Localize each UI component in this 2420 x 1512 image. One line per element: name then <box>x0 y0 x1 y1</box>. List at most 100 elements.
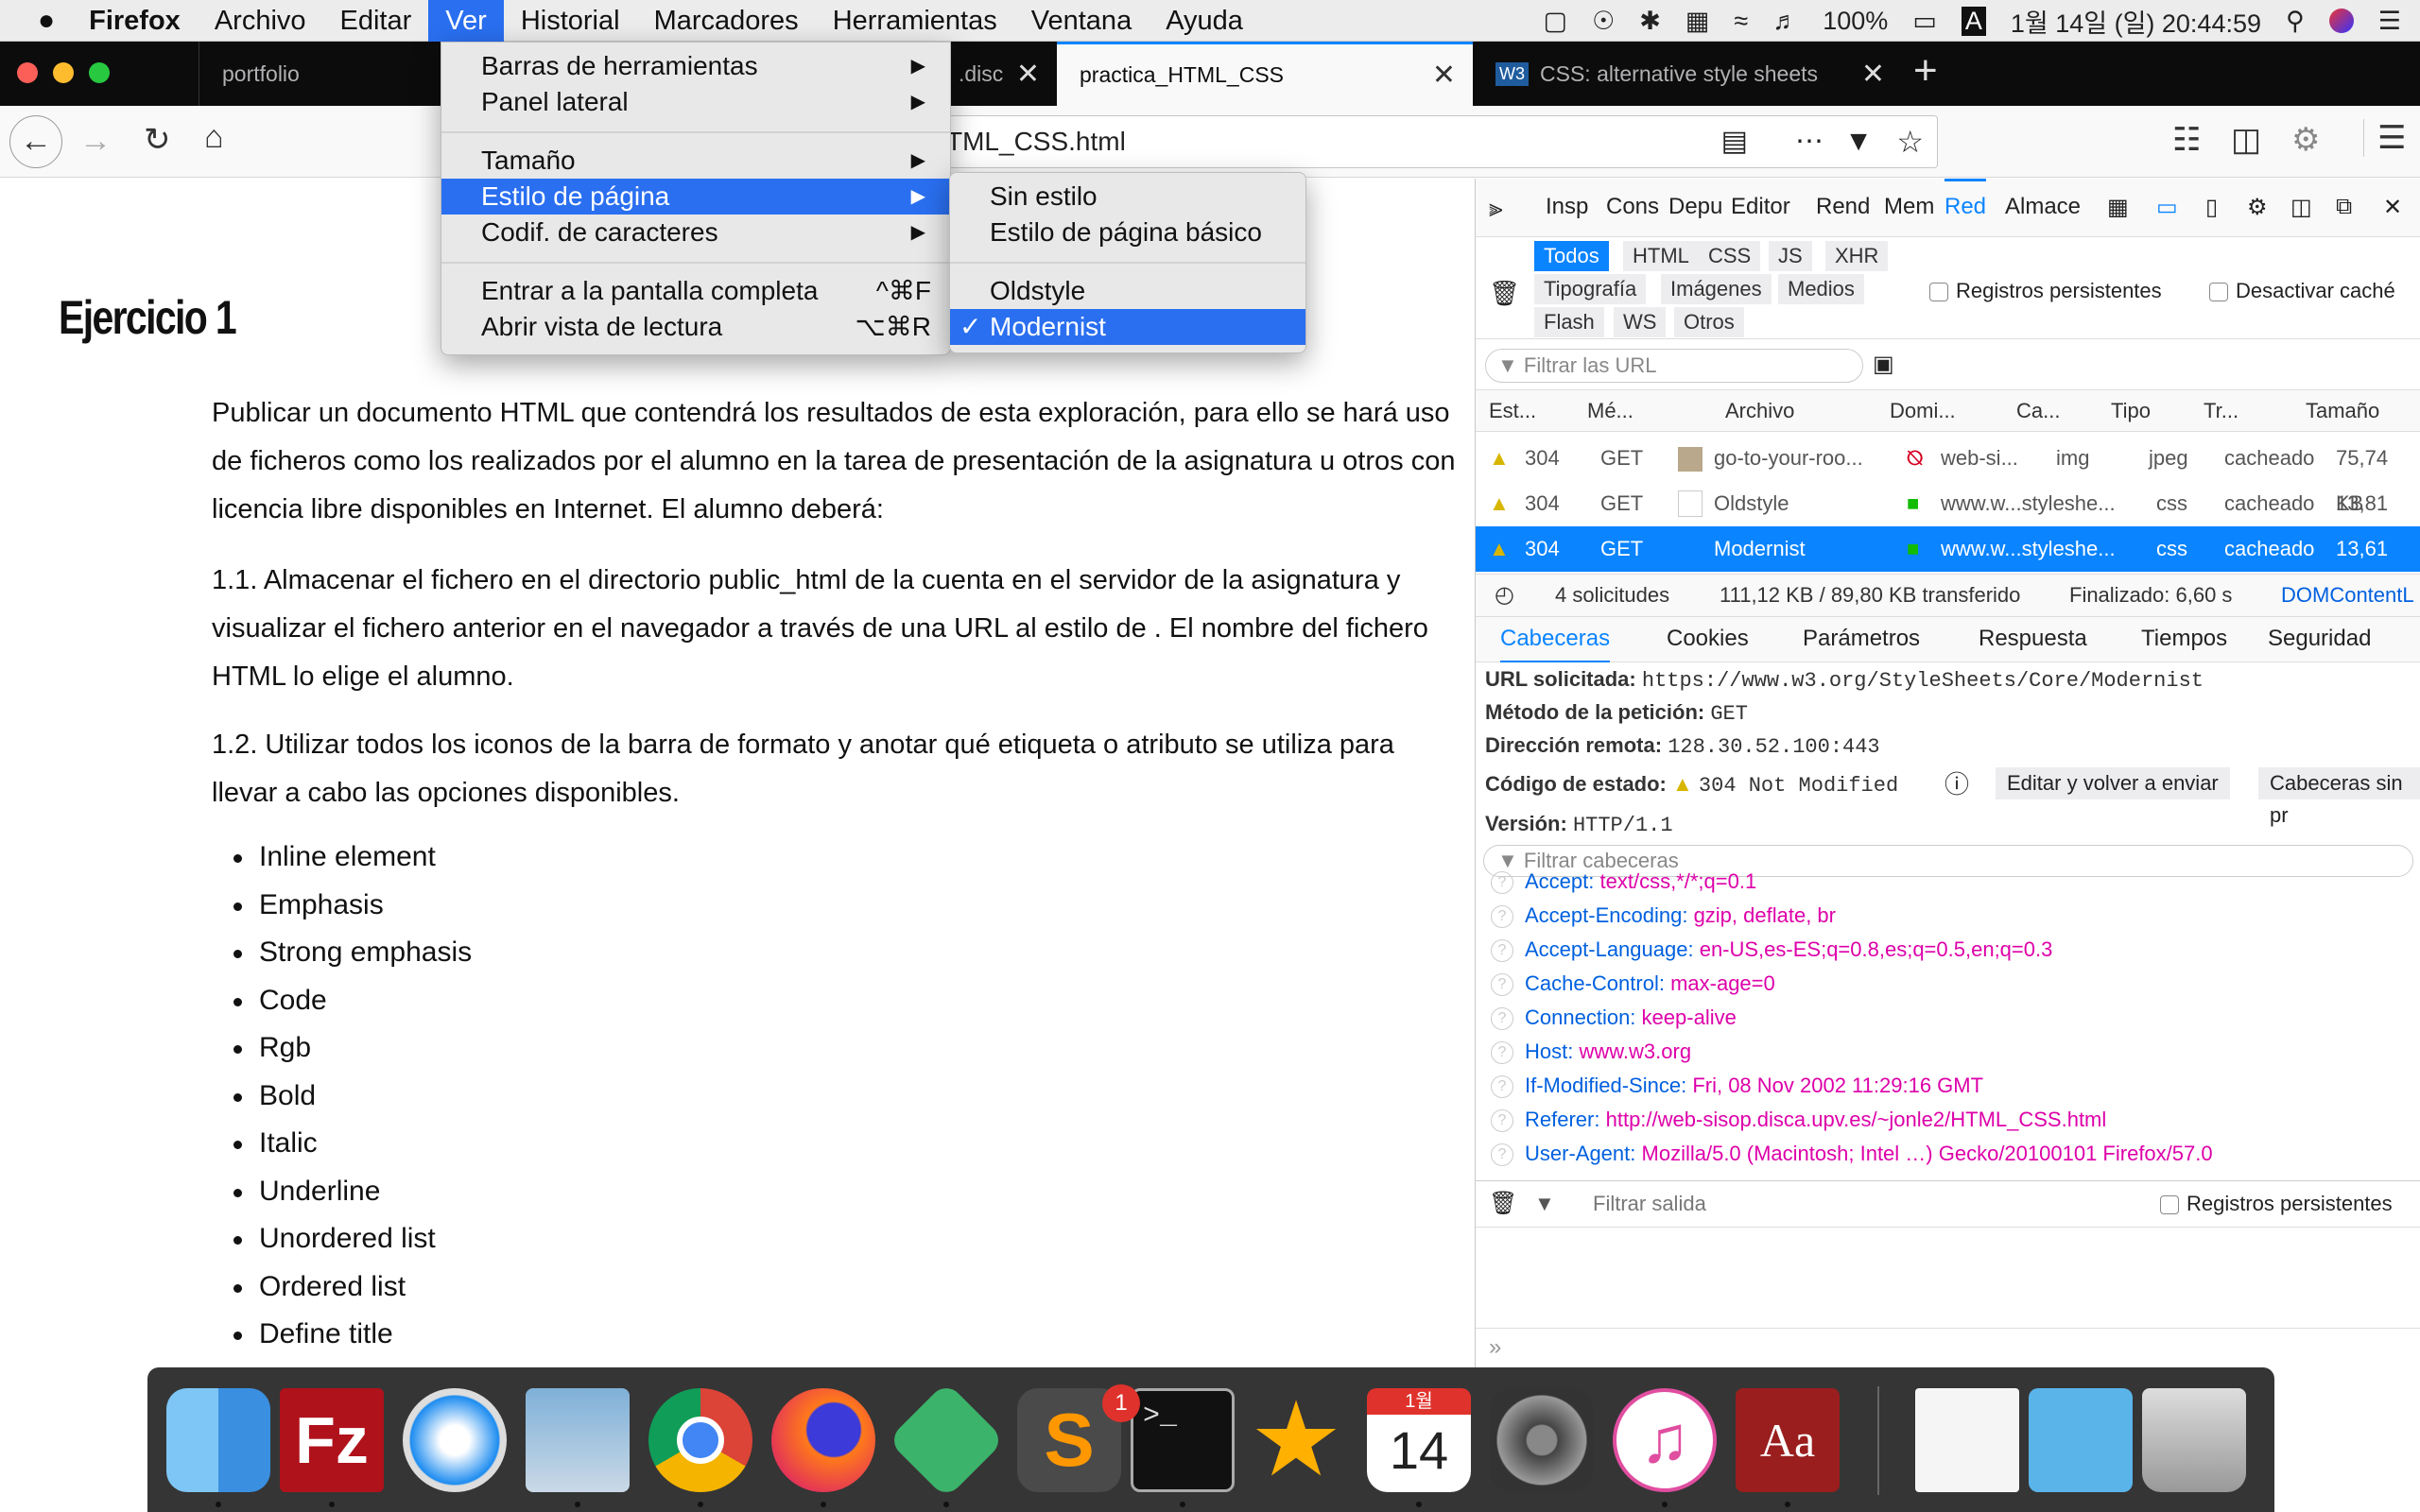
dock-side-icon[interactable]: ◫ <box>2290 194 2312 221</box>
help-icon[interactable]: ? <box>1491 1007 1513 1031</box>
filter-js[interactable]: JS <box>1769 241 1812 271</box>
menu-herramientas[interactable]: Herramientas <box>816 0 1014 42</box>
tab-headers[interactable]: Cabeceras <box>1500 617 1611 662</box>
menu-ventana[interactable]: Ventana <box>1014 0 1149 42</box>
trash-icon[interactable]: 🗑 <box>1489 1181 1517 1227</box>
raw-headers-button[interactable]: Cabeceras sin pr <box>2258 767 2420 827</box>
hamburger-menu-icon[interactable]: ☰ <box>2363 119 2406 157</box>
new-tab-icon[interactable]: + <box>1913 47 1938 94</box>
url-text[interactable]: TML_CSS.html <box>946 127 1126 156</box>
filter-images[interactable]: Imágenes <box>1661 274 1772 304</box>
tab-inspector[interactable]: Insp <box>1546 194 1588 220</box>
help-icon[interactable]: ? <box>1491 973 1513 997</box>
menu-item-oldstyle[interactable]: Oldstyle <box>950 273 1305 309</box>
menu-editar[interactable]: Editar <box>323 0 429 42</box>
filter-flash[interactable]: Flash <box>1534 307 1604 337</box>
trash-icon[interactable] <box>2142 1388 2246 1492</box>
tab-style-editor[interactable]: Editor <box>1731 194 1790 220</box>
persist-logs-checkbox[interactable]: Registros persistentes <box>1929 279 2162 303</box>
close-devtools-icon[interactable]: ✕ <box>2383 194 2402 221</box>
scratchpad-icon[interactable]: ▭ <box>2156 194 2178 221</box>
console-persist-checkbox[interactable]: Registros persistentes <box>2160 1181 2393 1227</box>
system-preferences-icon[interactable] <box>1490 1388 1594 1492</box>
menu-item-zoom[interactable]: Tamaño ▶ <box>441 143 950 179</box>
menu-ver[interactable]: Ver <box>428 0 504 42</box>
library-icon[interactable]: ☷ <box>2172 121 2201 159</box>
reload-button[interactable]: ↻ <box>144 121 171 159</box>
spotlight-icon[interactable]: ⚲ <box>2286 7 2305 36</box>
console-input[interactable]: » <box>1476 1328 2420 1369</box>
disable-cache-checkbox[interactable]: Desactivar caché <box>2209 279 2395 303</box>
settings-gear-icon[interactable]: ⚙ <box>2247 194 2268 221</box>
zoom-window-button[interactable] <box>89 62 110 83</box>
filter-other[interactable]: Otros <box>1674 307 1744 337</box>
help-icon[interactable]: ? <box>1491 1109 1513 1133</box>
terminal-icon[interactable]: >_ <box>1131 1388 1235 1492</box>
filter-xhr[interactable]: XHR <box>1825 241 1889 271</box>
help-icon[interactable]: ? <box>1491 939 1513 963</box>
notification-center-icon[interactable]: ☰ <box>2378 7 2401 36</box>
tab-timings[interactable]: Tiempos <box>2141 617 2227 661</box>
kiwi-app-icon[interactable] <box>887 1381 1006 1500</box>
minimize-window-button[interactable] <box>53 62 74 83</box>
help-icon[interactable]: ? <box>1491 1075 1513 1099</box>
layout-icon[interactable]: ▦ <box>2107 194 2129 221</box>
filter-ws[interactable]: WS <box>1614 307 1667 337</box>
menu-app-firefox[interactable]: Firefox <box>72 0 198 42</box>
menu-item-modernist[interactable]: ✓ Modernist <box>950 309 1305 345</box>
filter-html[interactable]: HTML <box>1623 241 1699 271</box>
table-row[interactable]: ▲ 304 GET go-to-your-roo... ⦰ web-si... … <box>1476 436 2420 515</box>
firefox-icon[interactable] <box>771 1388 875 1492</box>
table-row[interactable]: ▲ 304 GET Oldstyle ■ www.w...styleshe...… <box>1476 481 2420 560</box>
tab-performance[interactable]: Rend <box>1816 194 1870 220</box>
separate-window-icon[interactable]: ⧉ <box>2336 194 2352 220</box>
har-icon[interactable]: ▣ <box>1873 351 1894 378</box>
filter-media[interactable]: Medios <box>1778 274 1864 304</box>
col-transferred[interactable]: Tr... <box>2204 390 2238 432</box>
responsive-mode-icon[interactable]: ▯ <box>2205 194 2218 221</box>
accessibility-icon[interactable]: ☉ <box>1592 7 1615 36</box>
screen-icon[interactable]: ▢ <box>1544 7 1568 36</box>
wifi-icon[interactable]: ≈ <box>1734 7 1748 36</box>
page-actions-icon[interactable]: ⋯ <box>1795 116 1824 167</box>
tab-debugger[interactable]: Depu <box>1668 194 1722 220</box>
finder-icon[interactable] <box>166 1388 270 1492</box>
table-row-selected[interactable]: ▲ 304 GET Modernist ■ www.w...styleshe..… <box>1476 526 2420 606</box>
dictionary-icon[interactable]: Aa <box>1736 1388 1840 1492</box>
close-tab-icon[interactable]: ✕ <box>1016 58 1040 91</box>
filter-all[interactable]: Todos <box>1534 241 1609 271</box>
tab-practica[interactable]: practica_HTML_CSS ✕ <box>1057 42 1473 106</box>
menu-marcadores[interactable]: Marcadores <box>637 0 816 42</box>
help-icon[interactable]: ? <box>1491 905 1513 929</box>
extension-gear-icon[interactable]: ⚙ <box>2291 121 2320 159</box>
safari-icon[interactable] <box>403 1388 507 1492</box>
document-stack-icon[interactable] <box>1915 1388 2019 1492</box>
tab-storage[interactable]: Almace <box>2005 194 2081 220</box>
tab-w3-css[interactable]: W3 CSS: alternative style sheets ✕ <box>1477 42 1902 106</box>
menu-item-page-style[interactable]: Estilo de página ▶ <box>441 179 950 215</box>
menu-item-fullscreen[interactable]: Entrar a la pantalla completa ^⌘F <box>441 273 950 309</box>
menu-item-toolbars[interactable]: Barras de herramientas ▶ <box>441 48 950 84</box>
menu-item-basic-style[interactable]: Estilo de página básico <box>950 215 1305 250</box>
help-icon[interactable]: ? <box>1491 1143 1513 1167</box>
url-bar[interactable]: TML_CSS.html ▤ ⋯ ▼ ☆ <box>936 115 1938 168</box>
preview-icon[interactable] <box>526 1388 630 1492</box>
menu-archivo[interactable]: Archivo <box>198 0 323 42</box>
tab-params[interactable]: Parámetros <box>1803 617 1920 661</box>
close-tab-icon[interactable]: ✕ <box>1861 58 1885 91</box>
tab-response[interactable]: Respuesta <box>1979 617 2087 661</box>
tab-network[interactable]: Red <box>1945 179 1987 237</box>
col-cause[interactable]: Ca... <box>2016 390 2060 432</box>
forward-button[interactable]: → <box>79 123 112 160</box>
close-window-button[interactable] <box>17 62 38 83</box>
tab-portfolio[interactable]: portfolio <box>199 42 444 106</box>
col-file[interactable]: Archivo <box>1725 390 1794 432</box>
clock[interactable]: 1월 14일 (일) 20:44:59 <box>2011 3 2261 40</box>
trash-icon[interactable]: 🗑 <box>1489 279 1520 308</box>
bluetooth-icon[interactable]: ✱ <box>1639 7 1661 36</box>
itunes-icon[interactable]: ♫ <box>1613 1388 1717 1492</box>
tab-cookies[interactable]: Cookies <box>1667 617 1749 661</box>
col-size[interactable]: Tamaño <box>2306 390 2379 432</box>
back-button[interactable]: ← <box>9 115 62 168</box>
menu-historial[interactable]: Historial <box>504 0 637 42</box>
